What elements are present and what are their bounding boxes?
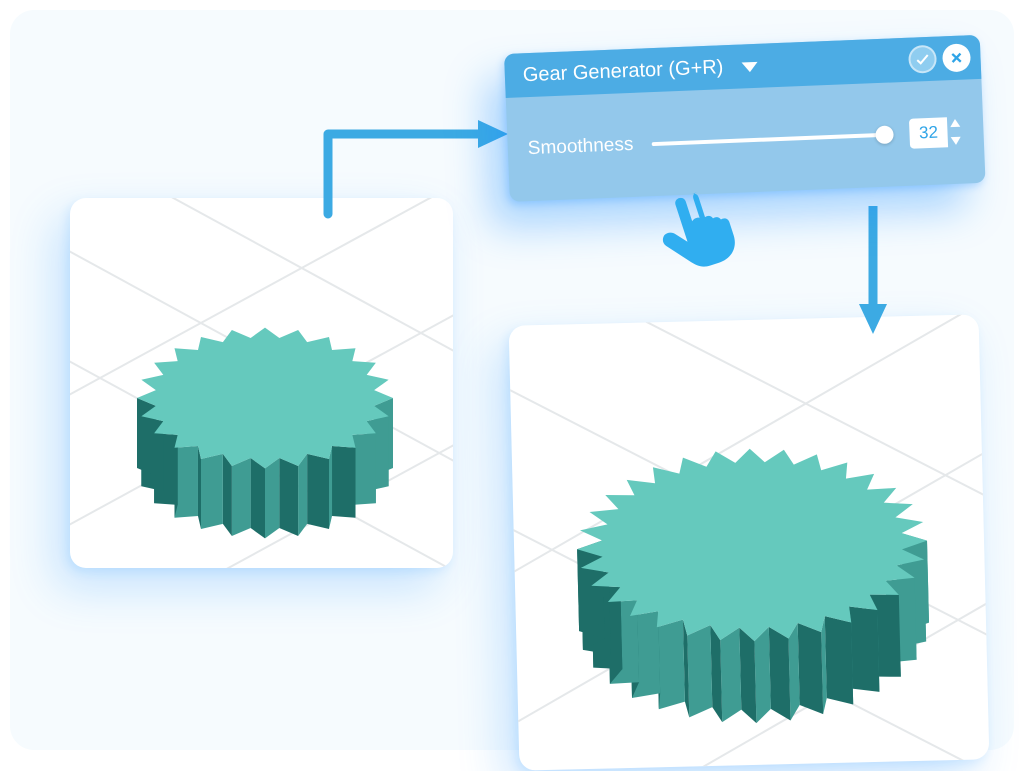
panel-body: Smoothness 32	[506, 79, 986, 202]
confirm-button[interactable]	[908, 45, 937, 74]
canvas-stage: Gear Generator (G+R) Smoothness 32	[10, 10, 1014, 750]
panel-title: Gear Generator (G+R)	[522, 56, 723, 87]
close-button[interactable]	[942, 43, 971, 72]
check-icon	[914, 51, 931, 68]
gear-generator-panel: Gear Generator (G+R) Smoothness 32	[504, 35, 986, 202]
gear-before-render	[70, 198, 453, 568]
preview-after	[509, 314, 990, 770]
flow-arrow-2	[848, 206, 898, 336]
smoothness-input[interactable]: 32	[909, 117, 948, 149]
close-icon	[949, 51, 964, 66]
chevron-down-icon[interactable]	[741, 62, 757, 73]
preview-before	[70, 198, 453, 568]
gear-after-render	[509, 314, 990, 770]
stepper-up-icon[interactable]	[950, 119, 960, 127]
slider-thumb[interactable]	[875, 125, 894, 144]
flow-arrow-1	[318, 96, 518, 216]
smoothness-stepper: 32	[909, 117, 964, 149]
smoothness-slider[interactable]	[651, 133, 891, 147]
stepper-down-icon[interactable]	[951, 137, 961, 145]
smoothness-label: Smoothness	[527, 134, 633, 160]
